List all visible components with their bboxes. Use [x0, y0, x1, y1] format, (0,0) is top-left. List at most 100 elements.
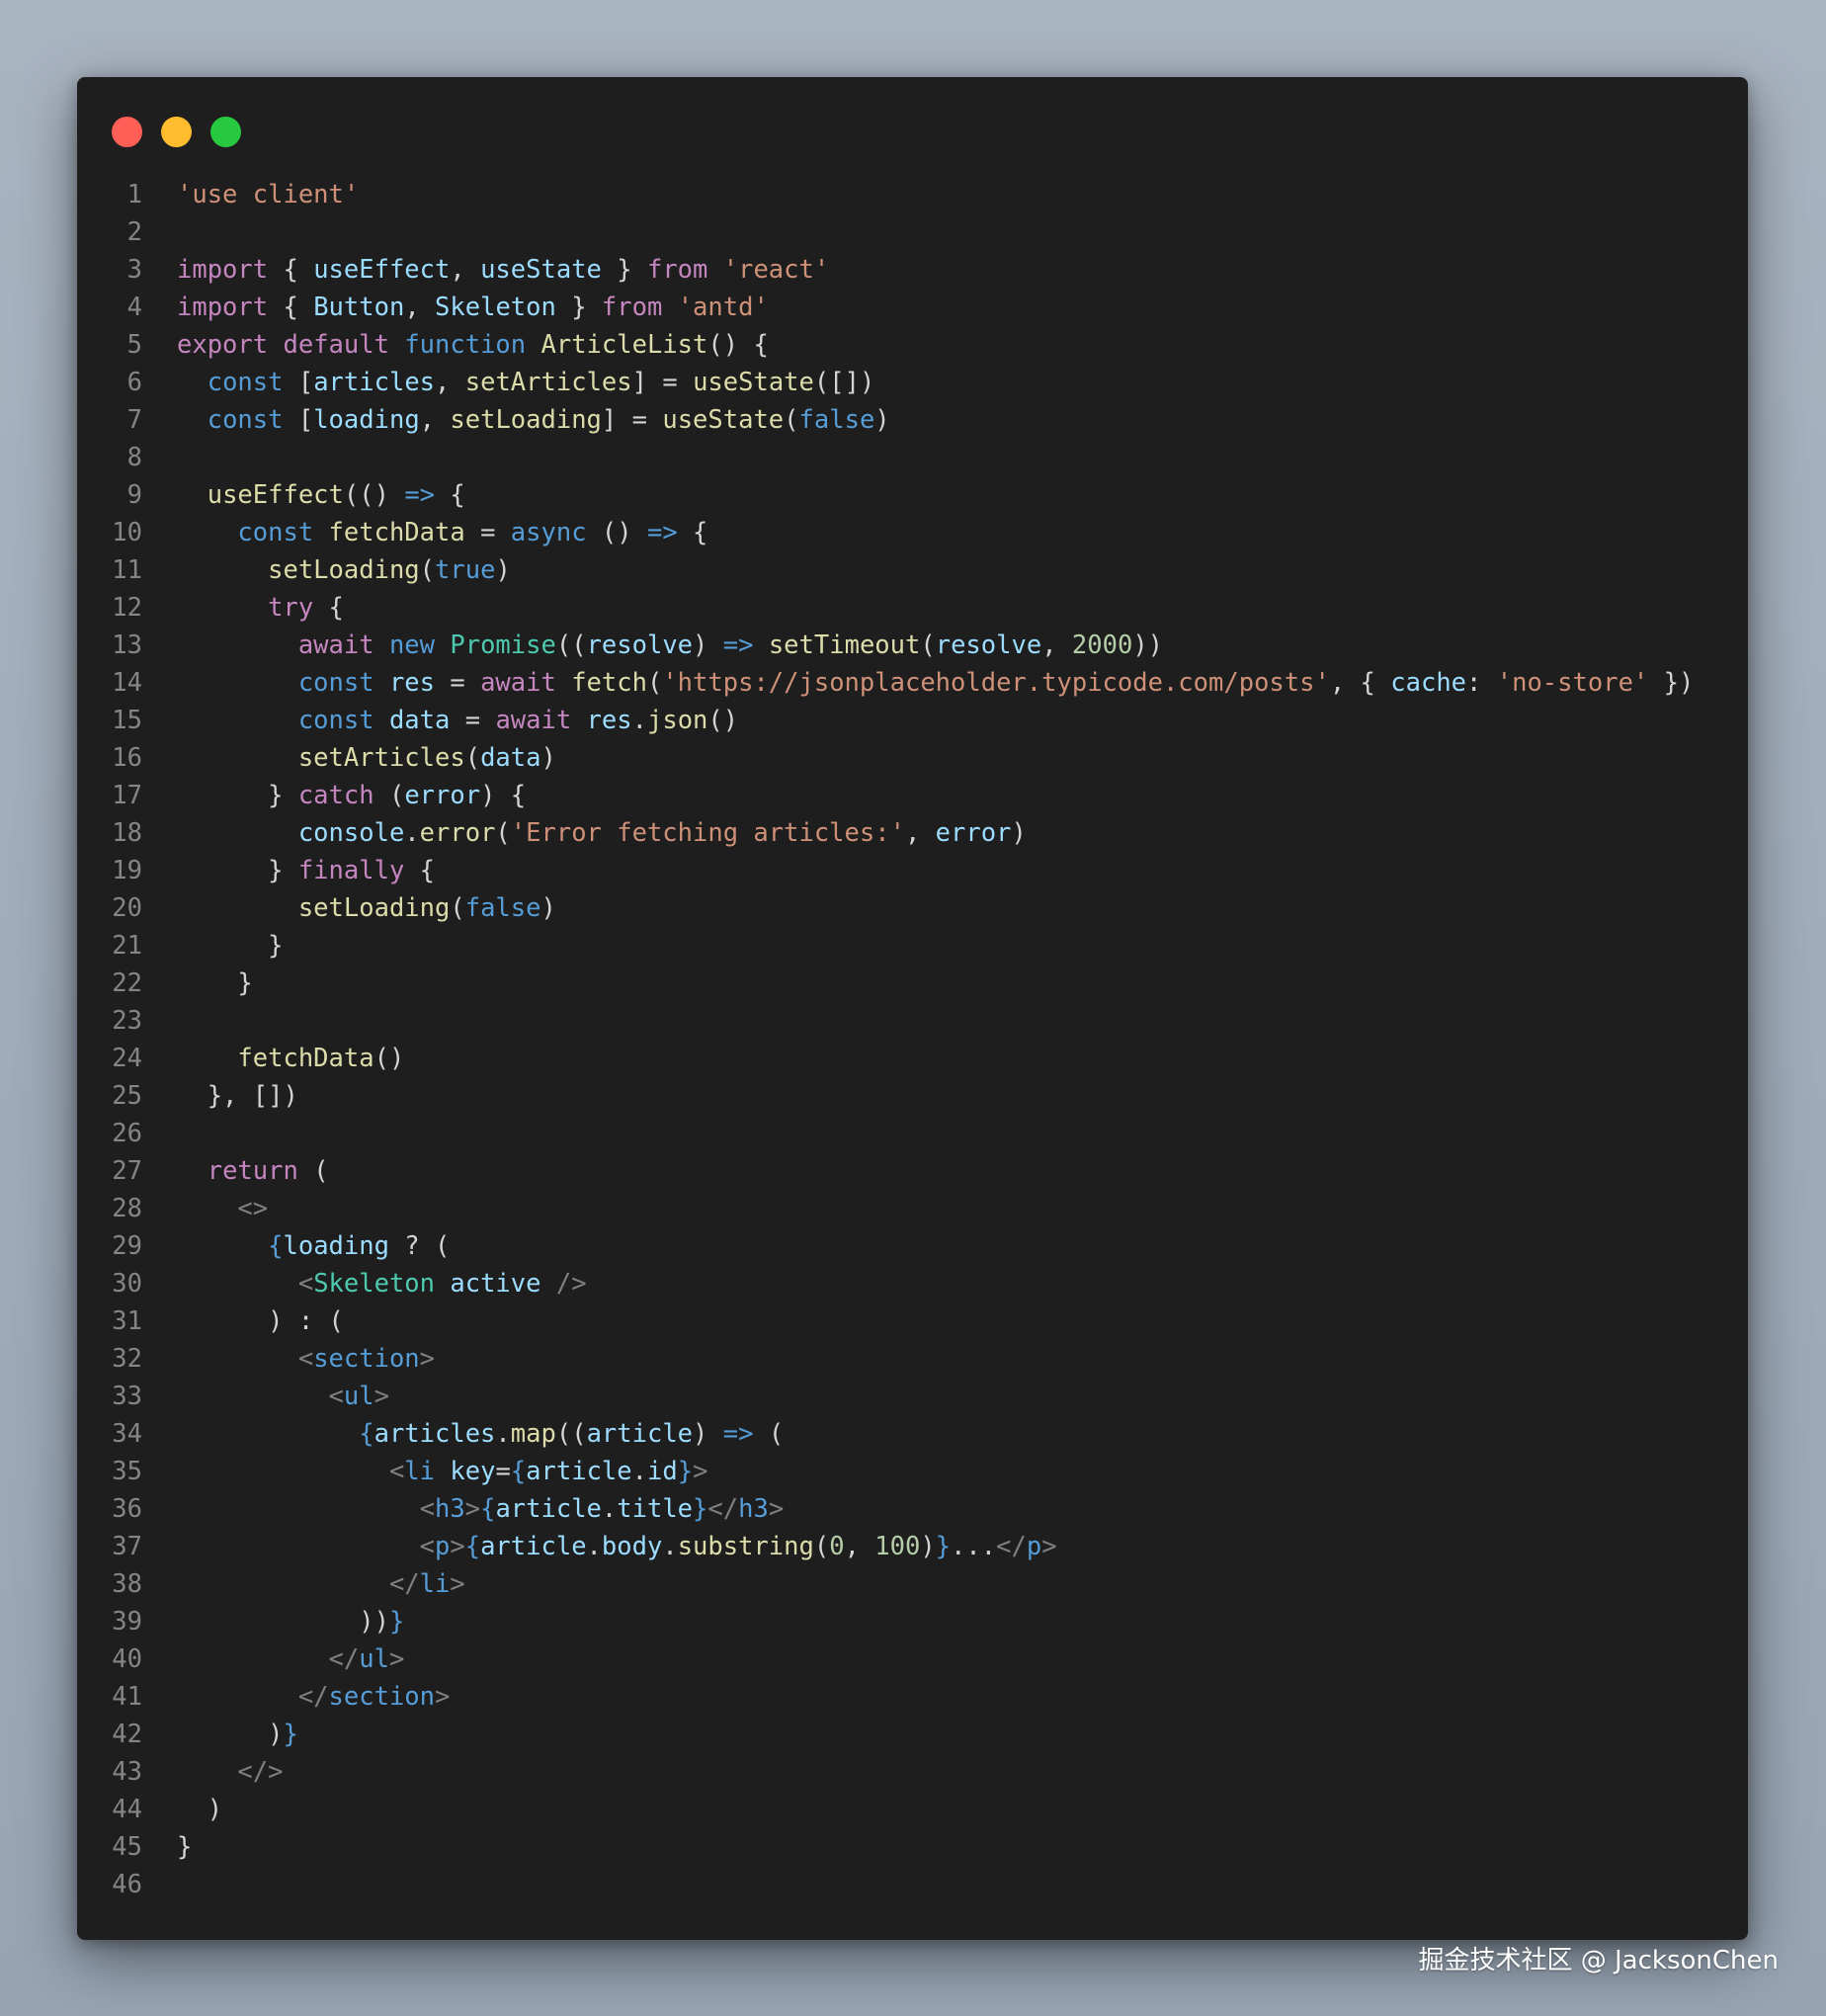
code-token: export — [177, 330, 269, 360]
code-token: li — [404, 1457, 436, 1486]
code-token: console — [297, 818, 405, 848]
code-token: 'react' — [722, 255, 830, 285]
code-token: ( — [297, 1156, 329, 1186]
code-text: <p>{article.body.substring(0, 100)}...</… — [177, 1528, 1057, 1565]
code-token: { — [359, 1419, 374, 1449]
code-text: </li> — [177, 1565, 465, 1603]
line-number: 45 — [112, 1832, 142, 1862]
code-text: {loading ? ( — [177, 1227, 450, 1265]
code-line: 17 } catch (error) { — [77, 777, 1748, 814]
code-token: } — [177, 856, 298, 885]
code-line: 3 import { useEffect, useState } from 're… — [77, 251, 1748, 289]
code-text: const fetchData = async () => { — [177, 514, 707, 551]
code-token: > — [464, 1494, 481, 1524]
code-token: fetchData — [237, 1044, 374, 1073]
line-number: 40 — [112, 1644, 142, 1674]
code-token: ( — [784, 405, 799, 435]
line-number: 3 — [126, 255, 142, 285]
code-text: try { — [177, 589, 344, 627]
code-token: () — [586, 518, 647, 547]
code-text: setLoading(false) — [177, 889, 556, 927]
code-text: console.error('Error fetching articles:'… — [177, 814, 1027, 852]
code-line: 25 }, []) — [77, 1077, 1748, 1115]
code-token: )) — [177, 1607, 389, 1637]
code-line: 16 setArticles(data) — [77, 739, 1748, 777]
code-token: ( — [813, 1532, 830, 1561]
code-text: const [articles, setArticles] = useState… — [177, 364, 875, 401]
code-token: . — [662, 1532, 678, 1561]
code-token: json — [646, 706, 708, 735]
line-number: 26 — [112, 1119, 142, 1148]
code-token: useState — [693, 368, 814, 397]
code-token: < — [328, 1382, 344, 1411]
watermark: 掘金技术社区 @ JacksonChen — [1418, 1946, 1779, 1975]
code-token: /> — [540, 1269, 587, 1299]
code-token: ( — [419, 555, 436, 585]
code-token: finally — [297, 856, 405, 885]
code-token: { — [464, 1532, 481, 1561]
code-token: { — [268, 1231, 284, 1261]
line-number: 20 — [112, 893, 142, 923]
code-line: 11 setLoading(true) — [77, 551, 1748, 589]
code-token: error — [935, 818, 1012, 848]
code-token: fetchData — [328, 518, 465, 547]
line-number: 38 — [112, 1569, 142, 1599]
code-token: ... — [951, 1532, 997, 1561]
code-text: <li key={article.id}> — [177, 1453, 707, 1490]
line-number: 19 — [112, 856, 142, 885]
code-line: 8 — [77, 439, 1748, 476]
code-token: 'Error fetching articles:' — [510, 818, 905, 848]
code-token: (( — [555, 630, 587, 660]
code-token: < — [419, 1494, 435, 1524]
code-token: cache — [1390, 668, 1467, 698]
code-token: ( — [374, 781, 405, 810]
code-line: 23 — [77, 1002, 1748, 1040]
code-token: new — [388, 630, 436, 660]
code-text: useEffect(() => { — [177, 476, 465, 514]
code-token: ul — [359, 1644, 389, 1674]
code-text: {articles.map((article) => ( — [177, 1415, 784, 1453]
code-token: useEffect — [207, 480, 344, 510]
code-token: ( — [450, 893, 465, 923]
code-token: , — [450, 255, 481, 285]
code-token: loading — [313, 405, 420, 435]
code-token: , — [404, 293, 436, 322]
code-text: </ul> — [177, 1640, 405, 1678]
minimize-window-button[interactable] — [161, 117, 192, 147]
code-token: from — [601, 293, 663, 322]
code-token: section — [328, 1682, 436, 1712]
code-token: article — [586, 1419, 694, 1449]
code-token: async — [510, 518, 587, 547]
line-number: 17 — [112, 781, 142, 810]
code-token: function — [404, 330, 527, 360]
zoom-window-button[interactable] — [210, 117, 241, 147]
code-token: import — [177, 293, 269, 322]
code-line: 22 } — [77, 965, 1748, 1002]
code-token: => — [404, 480, 436, 510]
code-token: () { — [707, 330, 769, 360]
code-token: article — [526, 1457, 632, 1486]
line-number: 46 — [112, 1870, 142, 1899]
code-line: 30 <Skeleton active /> — [77, 1265, 1748, 1302]
code-token: ArticleList — [540, 330, 708, 360]
code-token: </ — [388, 1569, 420, 1599]
code-token: [ — [283, 368, 314, 397]
line-number: 39 — [112, 1607, 142, 1637]
code-line: 15 const data = await res.json() — [77, 702, 1748, 739]
code-token: }, []) — [177, 1081, 298, 1111]
code-token: true — [435, 555, 496, 585]
code-token: > — [388, 1644, 405, 1674]
code-line: 12 try { — [77, 589, 1748, 627]
code-token: = — [464, 518, 511, 547]
code-token: { — [677, 518, 708, 547]
close-window-button[interactable] — [112, 117, 142, 147]
code-token: </ — [707, 1494, 739, 1524]
